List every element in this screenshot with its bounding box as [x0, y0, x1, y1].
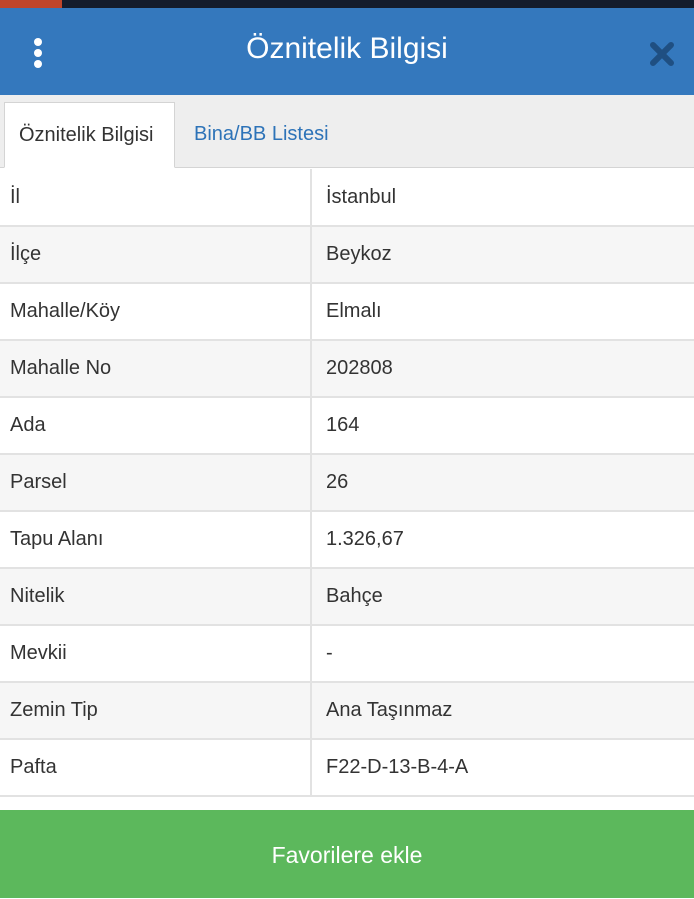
- close-icon[interactable]: [648, 40, 676, 68]
- attribute-value: Elmalı: [311, 283, 694, 341]
- attribute-key: Nitelik: [0, 568, 312, 626]
- attribute-value: 164: [311, 397, 694, 455]
- page-title: Öznitelik Bilgisi: [246, 32, 448, 65]
- attribute-value: İstanbul: [311, 169, 694, 227]
- table-row: Mevkii -: [0, 625, 694, 683]
- add-to-favorites-button[interactable]: Favorilere ekle: [0, 810, 694, 898]
- attribute-value: 1.326,67: [311, 511, 694, 569]
- attribute-key: Pafta: [0, 739, 312, 797]
- table-row: İl İstanbul: [0, 169, 694, 227]
- table-row: İlçe Beykoz: [0, 226, 694, 284]
- header-bar: Öznitelik Bilgisi: [0, 8, 694, 95]
- table-row: Mahalle No 202808: [0, 340, 694, 398]
- attribute-value: Ana Taşınmaz: [311, 682, 694, 740]
- attribute-key: İl: [0, 169, 312, 227]
- attribute-value: F22-D-13-B-4-A: [311, 739, 694, 797]
- tab-oznitelik-bilgisi[interactable]: Öznitelik Bilgisi: [4, 102, 175, 168]
- tab-bina-bb-listesi[interactable]: Bina/BB Listesi: [180, 102, 343, 168]
- attribute-value: -: [311, 625, 694, 683]
- attribute-value: Beykoz: [311, 226, 694, 284]
- attribute-key: Zemin Tip: [0, 682, 312, 740]
- table-row: Nitelik Bahçe: [0, 568, 694, 626]
- attribute-value: 202808: [311, 340, 694, 398]
- attribute-key: Tapu Alanı: [0, 511, 312, 569]
- table-row: Ada 164: [0, 397, 694, 455]
- attribute-key: Mahalle/Köy: [0, 283, 312, 341]
- status-bar-accent: [0, 0, 62, 8]
- attribute-value: 26: [311, 454, 694, 512]
- table-row: Pafta F22-D-13-B-4-A: [0, 739, 694, 797]
- attribute-key: Mahalle No: [0, 340, 312, 398]
- attribute-table: İl İstanbul İlçe Beykoz Mahalle/Köy Elma…: [0, 169, 694, 797]
- attribute-key: Mevkii: [0, 625, 312, 683]
- table-row: Tapu Alanı 1.326,67: [0, 511, 694, 569]
- attribute-value: Bahçe: [311, 568, 694, 626]
- table-row: Parsel 26: [0, 454, 694, 512]
- tab-bar: Öznitelik Bilgisi Bina/BB Listesi: [0, 95, 694, 168]
- attribute-key: Ada: [0, 397, 312, 455]
- table-row: Zemin Tip Ana Taşınmaz: [0, 682, 694, 740]
- attribute-key: İlçe: [0, 226, 312, 284]
- status-bar: [0, 0, 694, 8]
- attribute-key: Parsel: [0, 454, 312, 512]
- table-row: Mahalle/Köy Elmalı: [0, 283, 694, 341]
